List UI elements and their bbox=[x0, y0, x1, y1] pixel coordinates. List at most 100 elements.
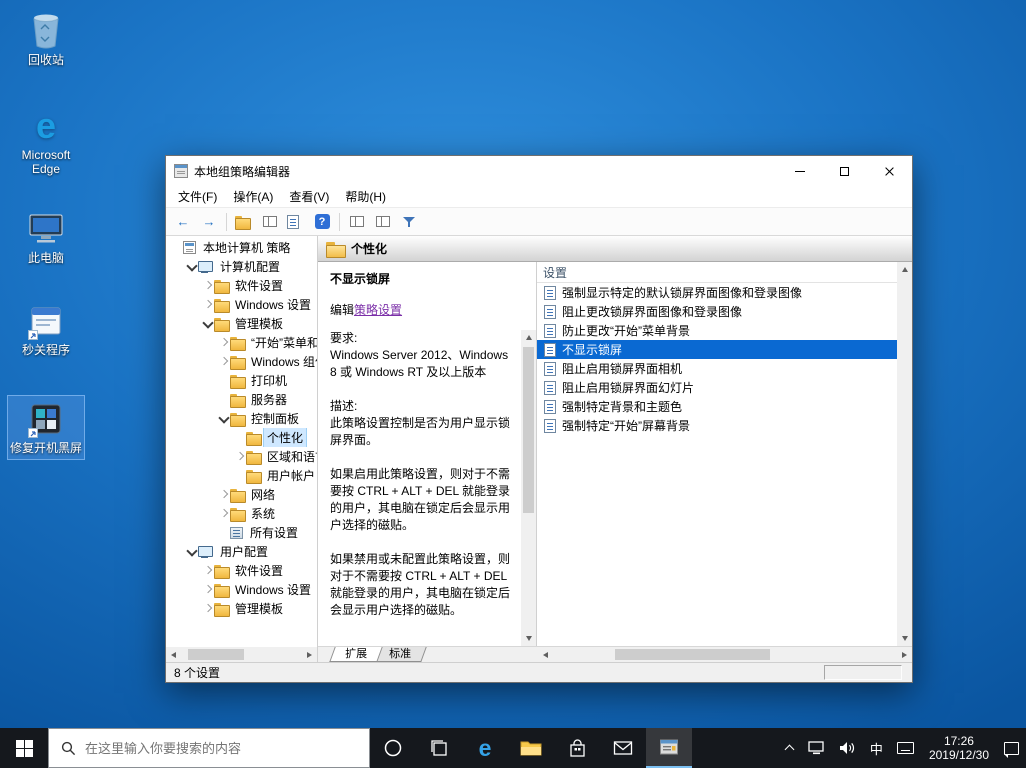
task-view-button[interactable] bbox=[416, 728, 462, 768]
tree-item-user-configuration[interactable]: 用户配置 bbox=[166, 542, 317, 561]
help-button[interactable]: ? bbox=[310, 211, 334, 233]
minimize-button[interactable] bbox=[777, 156, 822, 186]
chevron-right-icon[interactable] bbox=[201, 298, 214, 311]
show-extended-button[interactable] bbox=[371, 211, 395, 233]
chevron-right-icon[interactable] bbox=[217, 507, 230, 520]
scroll-track[interactable] bbox=[521, 345, 536, 631]
description-vertical-scrollbar[interactable] bbox=[521, 330, 536, 646]
scroll-up-button[interactable] bbox=[521, 330, 536, 345]
tree-item-server[interactable]: 服务器 bbox=[166, 390, 317, 409]
tree-item-admin-templates-user[interactable]: 管理模板 bbox=[166, 599, 317, 618]
tree-item-software-settings[interactable]: 软件设置 bbox=[166, 276, 317, 295]
cortana-button[interactable] bbox=[370, 728, 416, 768]
chevron-right-icon[interactable] bbox=[201, 564, 214, 577]
chevron-down-icon[interactable] bbox=[185, 260, 198, 273]
taskbar-search[interactable] bbox=[48, 728, 370, 768]
title-bar[interactable]: 本地组策略编辑器 bbox=[166, 156, 912, 186]
tree-item-windows-settings[interactable]: Windows 设置 bbox=[166, 295, 317, 314]
mail-button[interactable] bbox=[600, 728, 646, 768]
chevron-down-icon[interactable] bbox=[217, 412, 230, 425]
desktop-icon-edge[interactable]: e Microsoft Edge bbox=[8, 103, 84, 180]
close-button[interactable] bbox=[867, 156, 912, 186]
edit-policy-setting-link[interactable]: 策略设置 bbox=[354, 303, 402, 317]
tree-item-windows-components[interactable]: Windows 组件 bbox=[166, 352, 317, 371]
desktop-icon-shortcut-2[interactable]: 修复开机黑屏 bbox=[8, 396, 84, 459]
show-properties-button[interactable] bbox=[345, 211, 369, 233]
network-tray-button[interactable] bbox=[801, 728, 832, 768]
maximize-button[interactable] bbox=[822, 156, 867, 186]
desktop-icon-shortcut-1[interactable]: 秒关程序 bbox=[8, 298, 84, 361]
tree-item-start-menu-taskbar[interactable]: “开始”菜单和任务栏 bbox=[166, 333, 317, 352]
tree-item-region-language[interactable]: 区域和语言 bbox=[166, 447, 317, 466]
setting-row[interactable]: 阻止启用锁屏界面幻灯片 bbox=[537, 378, 897, 397]
chevron-right-icon[interactable] bbox=[217, 355, 230, 368]
tree-item-all-settings[interactable]: 所有设置 bbox=[166, 523, 317, 542]
menu-file[interactable]: 文件(F) bbox=[170, 186, 225, 207]
tree-item-control-panel[interactable]: 控制面板 bbox=[166, 409, 317, 428]
chevron-right-icon[interactable] bbox=[233, 450, 246, 463]
scroll-down-button[interactable] bbox=[897, 631, 912, 646]
setting-row-selected[interactable]: 不显示锁屏 bbox=[537, 340, 897, 359]
scroll-right-button[interactable] bbox=[302, 647, 317, 662]
tree-item-user-accounts[interactable]: 用户帐户 bbox=[166, 466, 317, 485]
tree-item-printers[interactable]: 打印机 bbox=[166, 371, 317, 390]
touch-keyboard-button[interactable] bbox=[890, 728, 921, 768]
scroll-thumb[interactable] bbox=[523, 347, 534, 513]
tree-horizontal-scrollbar[interactable] bbox=[166, 647, 317, 662]
scroll-thumb[interactable] bbox=[615, 649, 770, 660]
taskbar-clock[interactable]: 17:26 2019/12/30 bbox=[921, 728, 997, 768]
scroll-down-button[interactable] bbox=[521, 631, 536, 646]
list-vertical-scrollbar[interactable] bbox=[897, 262, 912, 646]
list-horizontal-scrollbar[interactable] bbox=[538, 647, 912, 662]
setting-row[interactable]: 强制特定“开始”屏幕背景 bbox=[537, 416, 897, 435]
scroll-left-button[interactable] bbox=[166, 647, 181, 662]
up-one-level-button[interactable] bbox=[232, 211, 256, 233]
scroll-track[interactable] bbox=[553, 647, 897, 662]
tab-extended[interactable]: 扩展 bbox=[329, 647, 382, 662]
scroll-track[interactable] bbox=[897, 277, 912, 631]
scroll-left-button[interactable] bbox=[538, 647, 553, 662]
forward-button[interactable]: → bbox=[197, 211, 221, 233]
file-explorer-button[interactable] bbox=[508, 728, 554, 768]
setting-row[interactable]: 阻止更改锁屏界面图像和登录图像 bbox=[537, 302, 897, 321]
tree-item-administrative-templates[interactable]: 管理模板 bbox=[166, 314, 317, 333]
settings-column-header[interactable]: 设置 bbox=[537, 262, 897, 283]
export-list-button[interactable] bbox=[284, 211, 308, 233]
action-center-button[interactable] bbox=[997, 728, 1026, 768]
chevron-right-icon[interactable] bbox=[217, 488, 230, 501]
chevron-down-icon[interactable] bbox=[201, 317, 214, 330]
desktop-icon-this-pc[interactable]: 此电脑 bbox=[8, 206, 84, 269]
setting-row[interactable]: 防止更改“开始”菜单背景 bbox=[537, 321, 897, 340]
scroll-thumb[interactable] bbox=[188, 649, 244, 660]
setting-row[interactable]: 阻止启用锁屏界面相机 bbox=[537, 359, 897, 378]
menu-view[interactable]: 查看(V) bbox=[281, 186, 337, 207]
start-button[interactable] bbox=[0, 728, 48, 768]
chevron-right-icon[interactable] bbox=[201, 583, 214, 596]
chevron-right-icon[interactable] bbox=[201, 602, 214, 615]
store-button[interactable] bbox=[554, 728, 600, 768]
show-console-tree-button[interactable] bbox=[258, 211, 282, 233]
tree-item-local-computer-policy[interactable]: 本地计算机 策略 bbox=[166, 238, 317, 257]
chevron-right-icon[interactable] bbox=[201, 279, 214, 292]
chevron-down-icon[interactable] bbox=[185, 545, 198, 558]
tree-item-software-settings-user[interactable]: 软件设置 bbox=[166, 561, 317, 580]
scroll-right-button[interactable] bbox=[897, 647, 912, 662]
tree-item-personalization[interactable]: 个性化 bbox=[166, 428, 317, 447]
volume-tray-button[interactable] bbox=[832, 728, 863, 768]
tree-item-windows-settings-user[interactable]: Windows 设置 bbox=[166, 580, 317, 599]
menu-action[interactable]: 操作(A) bbox=[225, 186, 281, 207]
filter-button[interactable] bbox=[397, 211, 421, 233]
scroll-track[interactable] bbox=[181, 647, 302, 662]
menu-help[interactable]: 帮助(H) bbox=[337, 186, 394, 207]
tree-item-computer-configuration[interactable]: 计算机配置 bbox=[166, 257, 317, 276]
tree-item-system[interactable]: 系统 bbox=[166, 504, 317, 523]
ime-indicator[interactable]: 中 bbox=[863, 728, 890, 768]
tray-overflow-button[interactable] bbox=[779, 728, 801, 768]
scroll-up-button[interactable] bbox=[897, 262, 912, 277]
gpedit-taskbar-button[interactable] bbox=[646, 728, 692, 768]
desktop-icon-recycle-bin[interactable]: 回收站 bbox=[8, 8, 84, 71]
back-button[interactable]: ← bbox=[171, 211, 195, 233]
tree-item-network[interactable]: 网络 bbox=[166, 485, 317, 504]
setting-row[interactable]: 强制显示特定的默认锁屏界面图像和登录图像 bbox=[537, 283, 897, 302]
setting-row[interactable]: 强制特定背景和主题色 bbox=[537, 397, 897, 416]
